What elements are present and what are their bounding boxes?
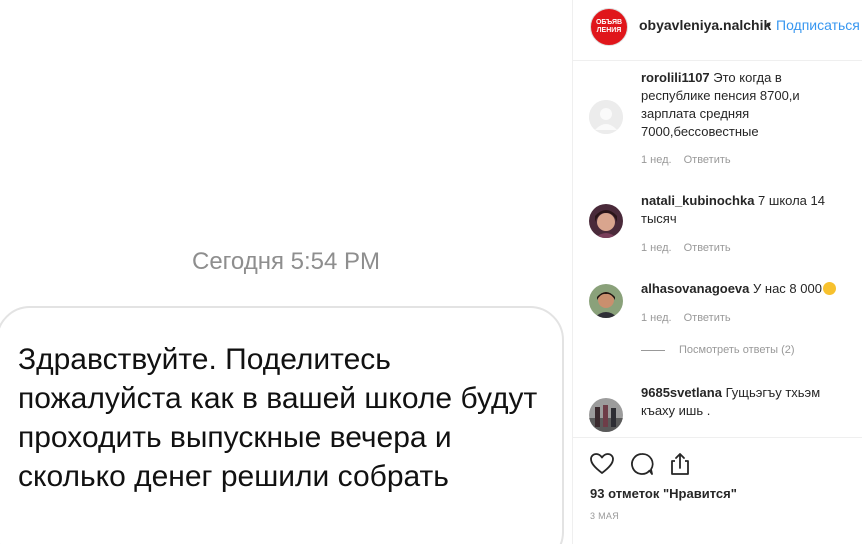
follow-button[interactable]: Подписаться (776, 17, 860, 33)
comment-username[interactable]: rorolili1107 (641, 70, 710, 85)
smile-emoji-icon (822, 282, 836, 295)
post-date[interactable]: 3 МАЯ (590, 511, 619, 521)
user-avatar[interactable] (589, 204, 623, 238)
user-avatar[interactable] (589, 398, 623, 432)
reply-button[interactable]: Ответить (684, 154, 731, 166)
view-replies-label: Посмотреть ответы (2) (679, 344, 795, 356)
user-photo-icon (589, 204, 623, 238)
comment-time: 1 нед. (641, 312, 672, 324)
account-avatar[interactable]: ОБЪЯВ ЛЕНИЯ (590, 8, 628, 46)
comment-bubble-icon[interactable] (629, 451, 655, 477)
view-replies-button[interactable]: Посмотреть ответы (2) (641, 344, 795, 356)
comment-username[interactable]: natali_kubinochka (641, 193, 754, 208)
post-actions: 93 отметок "Нравится" 3 МАЯ (573, 437, 862, 544)
comment-text: У нас 8 000 (753, 281, 822, 296)
share-icon[interactable] (667, 451, 693, 477)
comment-time: 1 нед. (641, 154, 672, 166)
reply-button[interactable]: Ответить (684, 242, 731, 254)
user-photo-icon (589, 284, 623, 318)
replies-divider (641, 349, 665, 351)
comment-username[interactable]: alhasovanagoeva (641, 281, 749, 296)
message-timestamp: Сегодня 5:54 PM (191, 248, 381, 275)
like-heart-icon[interactable] (589, 451, 615, 477)
default-avatar-icon (589, 100, 623, 134)
account-username[interactable]: obyavleniya.nalchik (639, 17, 771, 33)
post-image: Сегодня 5:54 PM Здравствуйте. Поделитесь… (0, 0, 572, 544)
reply-button[interactable]: Ответить (684, 312, 731, 324)
comment-time: 1 нед. (641, 242, 672, 254)
post-header: ОБЪЯВ ЛЕНИЯ obyavleniya.nalchik • Подпис… (573, 0, 862, 61)
comment-username[interactable]: 9685svetlana (641, 385, 722, 400)
message-text: Здравствуйте. Поделитесь пожалуйста как … (18, 343, 538, 493)
logo-text-line1: ОБЪЯВ (595, 19, 623, 26)
user-photo-icon (589, 398, 623, 432)
header-separator: • (766, 16, 771, 32)
likes-count[interactable]: 93 отметок "Нравится" (590, 486, 737, 501)
user-avatar[interactable] (589, 284, 623, 318)
user-avatar[interactable] (589, 100, 623, 134)
logo-text-line2: ЛЕНИЯ (596, 27, 622, 34)
post-side-panel: ОБЪЯВ ЛЕНИЯ obyavleniya.nalchik • Подпис… (572, 0, 862, 544)
